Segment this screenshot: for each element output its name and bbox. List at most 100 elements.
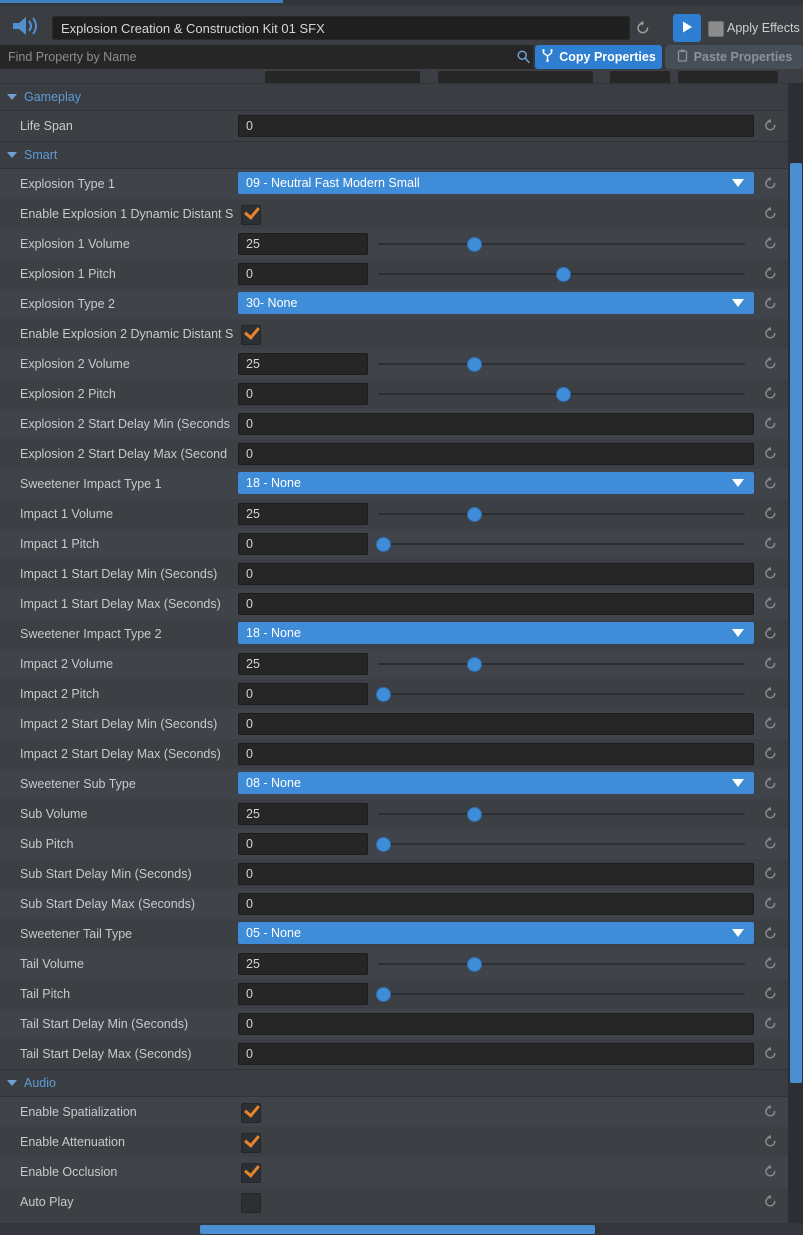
slider-handle[interactable] bbox=[376, 837, 391, 852]
property-list-viewport[interactable]: GameplayLife Span0SmartExplosion Type 10… bbox=[0, 83, 788, 1223]
reset-icon[interactable] bbox=[763, 326, 778, 341]
value-slider[interactable] bbox=[378, 812, 745, 816]
numeric-input[interactable]: 25 bbox=[238, 953, 368, 975]
reset-icon[interactable] bbox=[763, 506, 778, 521]
numeric-input[interactable]: 0 bbox=[238, 1043, 754, 1065]
reset-icon[interactable] bbox=[763, 236, 778, 251]
numeric-input[interactable]: 0 bbox=[238, 893, 754, 915]
property-checkbox[interactable] bbox=[241, 325, 261, 345]
numeric-input[interactable]: 0 bbox=[238, 593, 754, 615]
horizontal-scrollbar-track[interactable] bbox=[0, 1223, 803, 1235]
reset-icon[interactable] bbox=[763, 386, 778, 401]
numeric-input[interactable]: 0 bbox=[238, 983, 368, 1005]
numeric-input[interactable]: 0 bbox=[238, 263, 368, 285]
reset-icon[interactable] bbox=[763, 1134, 778, 1149]
dropdown-select[interactable]: 18 - None bbox=[238, 622, 754, 644]
reset-icon[interactable] bbox=[763, 716, 778, 731]
reset-icon[interactable] bbox=[763, 446, 778, 461]
value-slider[interactable] bbox=[378, 392, 745, 396]
numeric-input[interactable]: 0 bbox=[238, 713, 754, 735]
reset-icon[interactable] bbox=[763, 806, 778, 821]
slider-handle[interactable] bbox=[556, 267, 571, 282]
reset-icon[interactable] bbox=[763, 746, 778, 761]
value-slider[interactable] bbox=[378, 512, 745, 516]
slider-handle[interactable] bbox=[376, 537, 391, 552]
property-checkbox[interactable] bbox=[241, 1103, 261, 1123]
slider-handle[interactable] bbox=[467, 657, 482, 672]
asset-name-input[interactable]: Explosion Creation & Construction Kit 01… bbox=[52, 16, 630, 40]
vertical-scrollbar-track[interactable] bbox=[788, 83, 803, 1223]
numeric-input[interactable]: 25 bbox=[238, 803, 368, 825]
numeric-input[interactable]: 0 bbox=[238, 743, 754, 765]
reset-icon[interactable] bbox=[763, 476, 778, 491]
section-header-gameplay[interactable]: Gameplay bbox=[0, 83, 788, 111]
property-checkbox[interactable] bbox=[241, 1163, 261, 1183]
reset-icon[interactable] bbox=[763, 266, 778, 281]
section-header-audio[interactable]: Audio bbox=[0, 1069, 788, 1097]
reset-icon[interactable] bbox=[763, 566, 778, 581]
slider-handle[interactable] bbox=[467, 507, 482, 522]
reset-icon[interactable] bbox=[635, 20, 651, 36]
section-header-smart[interactable]: Smart bbox=[0, 141, 788, 169]
numeric-input[interactable]: 0 bbox=[238, 1013, 754, 1035]
horizontal-scrollbar-thumb[interactable] bbox=[200, 1225, 595, 1234]
reset-icon[interactable] bbox=[763, 956, 778, 971]
slider-handle[interactable] bbox=[376, 687, 391, 702]
value-slider[interactable] bbox=[378, 842, 745, 846]
reset-icon[interactable] bbox=[763, 776, 778, 791]
reset-icon[interactable] bbox=[763, 296, 778, 311]
reset-icon[interactable] bbox=[763, 836, 778, 851]
apply-effects-checkbox[interactable] bbox=[708, 21, 724, 37]
reset-icon[interactable] bbox=[763, 896, 778, 911]
slider-handle[interactable] bbox=[467, 237, 482, 252]
numeric-input[interactable]: 0 bbox=[238, 833, 368, 855]
reset-icon[interactable] bbox=[763, 416, 778, 431]
dropdown-select[interactable]: 30- None bbox=[238, 292, 754, 314]
reset-icon[interactable] bbox=[763, 626, 778, 641]
value-slider[interactable] bbox=[378, 362, 745, 366]
numeric-input[interactable]: 25 bbox=[238, 653, 368, 675]
numeric-input[interactable]: 0 bbox=[238, 115, 754, 137]
numeric-input[interactable]: 0 bbox=[238, 413, 754, 435]
reset-icon[interactable] bbox=[763, 926, 778, 941]
property-checkbox[interactable] bbox=[241, 1193, 261, 1213]
reset-icon[interactable] bbox=[763, 596, 778, 611]
numeric-input[interactable]: 0 bbox=[238, 863, 754, 885]
slider-handle[interactable] bbox=[556, 387, 571, 402]
property-checkbox[interactable] bbox=[241, 205, 261, 225]
value-slider[interactable] bbox=[378, 992, 745, 996]
value-slider[interactable] bbox=[378, 962, 745, 966]
reset-icon[interactable] bbox=[763, 986, 778, 1001]
dropdown-select[interactable]: 05 - None bbox=[238, 922, 754, 944]
slider-handle[interactable] bbox=[467, 357, 482, 372]
numeric-input[interactable]: 0 bbox=[238, 563, 754, 585]
reset-icon[interactable] bbox=[763, 1194, 778, 1209]
reset-icon[interactable] bbox=[763, 1016, 778, 1031]
value-slider[interactable] bbox=[378, 542, 745, 546]
slider-handle[interactable] bbox=[376, 987, 391, 1002]
value-slider[interactable] bbox=[378, 662, 745, 666]
reset-icon[interactable] bbox=[763, 656, 778, 671]
value-slider[interactable] bbox=[378, 272, 745, 276]
reset-icon[interactable] bbox=[763, 118, 778, 133]
reset-icon[interactable] bbox=[763, 1104, 778, 1119]
numeric-input[interactable]: 0 bbox=[238, 533, 368, 555]
numeric-input[interactable]: 25 bbox=[238, 503, 368, 525]
dropdown-select[interactable]: 09 - Neutral Fast Modern Small bbox=[238, 172, 754, 194]
reset-icon[interactable] bbox=[763, 176, 778, 191]
numeric-input[interactable]: 25 bbox=[238, 233, 368, 255]
numeric-input[interactable]: 25 bbox=[238, 353, 368, 375]
dropdown-select[interactable]: 08 - None bbox=[238, 772, 754, 794]
reset-icon[interactable] bbox=[763, 536, 778, 551]
paste-properties-button[interactable]: Paste Properties bbox=[665, 45, 803, 69]
reset-icon[interactable] bbox=[763, 1046, 778, 1061]
value-slider[interactable] bbox=[378, 242, 745, 246]
reset-icon[interactable] bbox=[763, 356, 778, 371]
dropdown-select[interactable]: 18 - None bbox=[238, 472, 754, 494]
reset-icon[interactable] bbox=[763, 1164, 778, 1179]
play-button[interactable] bbox=[673, 14, 701, 42]
reset-icon[interactable] bbox=[763, 206, 778, 221]
slider-handle[interactable] bbox=[467, 957, 482, 972]
numeric-input[interactable]: 0 bbox=[238, 443, 754, 465]
slider-handle[interactable] bbox=[467, 807, 482, 822]
